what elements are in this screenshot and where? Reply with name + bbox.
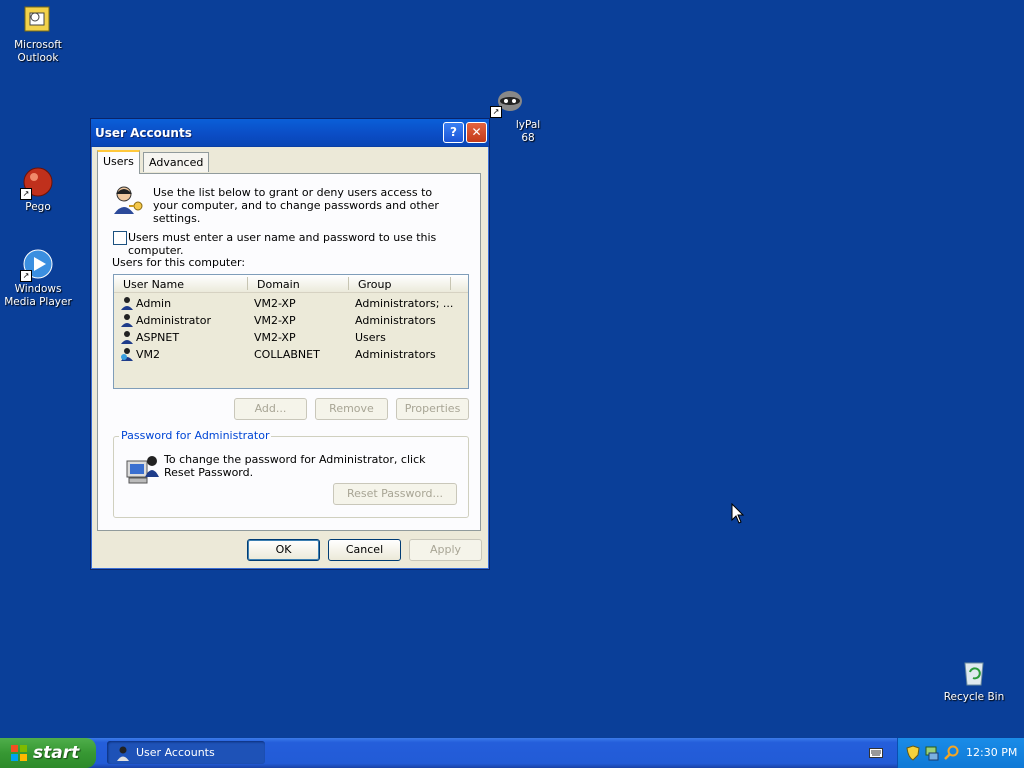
users-icon [117, 746, 129, 761]
close-button[interactable]: ✕ [466, 122, 487, 143]
raccoon-icon: ↗ [490, 84, 524, 118]
user-icon [121, 297, 133, 310]
help-button[interactable]: ? [443, 122, 464, 143]
media-player-icon: ↗ [20, 248, 54, 282]
ok-button[interactable]: OK [247, 539, 320, 561]
require-login-label[interactable]: Users must enter a user name and passwor… [128, 231, 480, 257]
window-title: User Accounts [95, 126, 192, 140]
shortcut-arrow-icon: ↗ [20, 270, 32, 282]
column-domain[interactable]: Domain [257, 278, 300, 291]
shortcut-arrow-icon: ↗ [490, 106, 502, 118]
desktop-icon-media-player[interactable]: ↗ Windows Media Player [0, 248, 76, 309]
network-icon[interactable] [925, 745, 939, 761]
tab-advanced[interactable]: Advanced [143, 152, 210, 172]
table-row[interactable]: Administrator VM2-XP Administrators [114, 312, 468, 329]
title-bar[interactable]: User Accounts ? ✕ [91, 119, 489, 147]
require-login-checkbox[interactable] [113, 231, 127, 245]
add-user-button[interactable]: Add... [234, 398, 307, 420]
column-group[interactable]: Group [358, 278, 392, 291]
start-button[interactable]: start [0, 738, 96, 768]
shortcut-arrow-icon: ↗ [20, 188, 32, 200]
users-list[interactable]: User Name Domain Group Admin VM2-XP Admi… [113, 274, 469, 389]
table-row[interactable]: Admin VM2-XP Administrators; ... [114, 295, 468, 312]
search-icon[interactable] [944, 745, 960, 761]
password-info-text: To change the password for Administrator… [164, 453, 426, 479]
security-shield-icon[interactable] [906, 745, 920, 761]
cancel-button[interactable]: Cancel [328, 539, 401, 561]
properties-button[interactable]: Properties [396, 398, 469, 420]
desktop-icon-recycle-bin[interactable]: Recycle Bin [936, 656, 1012, 704]
users-keys-icon [111, 184, 145, 216]
password-group: Password for Administrator To change the… [113, 429, 469, 518]
computer-user-icon [126, 453, 160, 485]
list-header: User Name Domain Group [114, 275, 468, 293]
clock[interactable]: 12:30 PM [966, 746, 1017, 759]
recycle-bin-icon [958, 656, 990, 688]
globe-user-icon [121, 348, 133, 361]
taskbar-item-user-accounts[interactable]: User Accounts [107, 741, 265, 764]
users-tab-panel: Use the list below to grant or deny user… [97, 173, 481, 531]
users-list-label: Users for this computer: [112, 256, 246, 269]
outlook-icon [22, 4, 54, 36]
table-row[interactable]: ASPNET VM2-XP Users [114, 329, 468, 346]
remove-user-button[interactable]: Remove [315, 398, 388, 420]
password-group-legend: Password for Administrator [119, 429, 272, 442]
user-icon [121, 314, 133, 327]
column-user-name[interactable]: User Name [123, 278, 184, 291]
desktop-icon-pego[interactable]: ↗ Pego [0, 166, 76, 214]
apply-button[interactable]: Apply [409, 539, 482, 561]
keyboard-icon[interactable] [869, 747, 883, 759]
desktop-icon-outlook[interactable]: Microsoft Outlook [0, 4, 76, 65]
pego-icon: ↗ [20, 166, 54, 200]
table-row[interactable]: VM2 COLLABNET Administrators [114, 346, 468, 363]
mouse-cursor-icon [731, 503, 745, 524]
tab-users[interactable]: Users [97, 150, 140, 174]
user-accounts-dialog: User Accounts ? ✕ Users Advanced Use the… [90, 118, 490, 570]
user-icon [121, 331, 133, 344]
taskbar: start User Accounts 12:30 PM [0, 738, 1024, 768]
system-tray: 12:30 PM [897, 738, 1024, 768]
windows-logo-icon [11, 745, 27, 761]
reset-password-button[interactable]: Reset Password... [333, 483, 457, 505]
intro-text: Use the list below to grant or deny user… [153, 186, 439, 225]
